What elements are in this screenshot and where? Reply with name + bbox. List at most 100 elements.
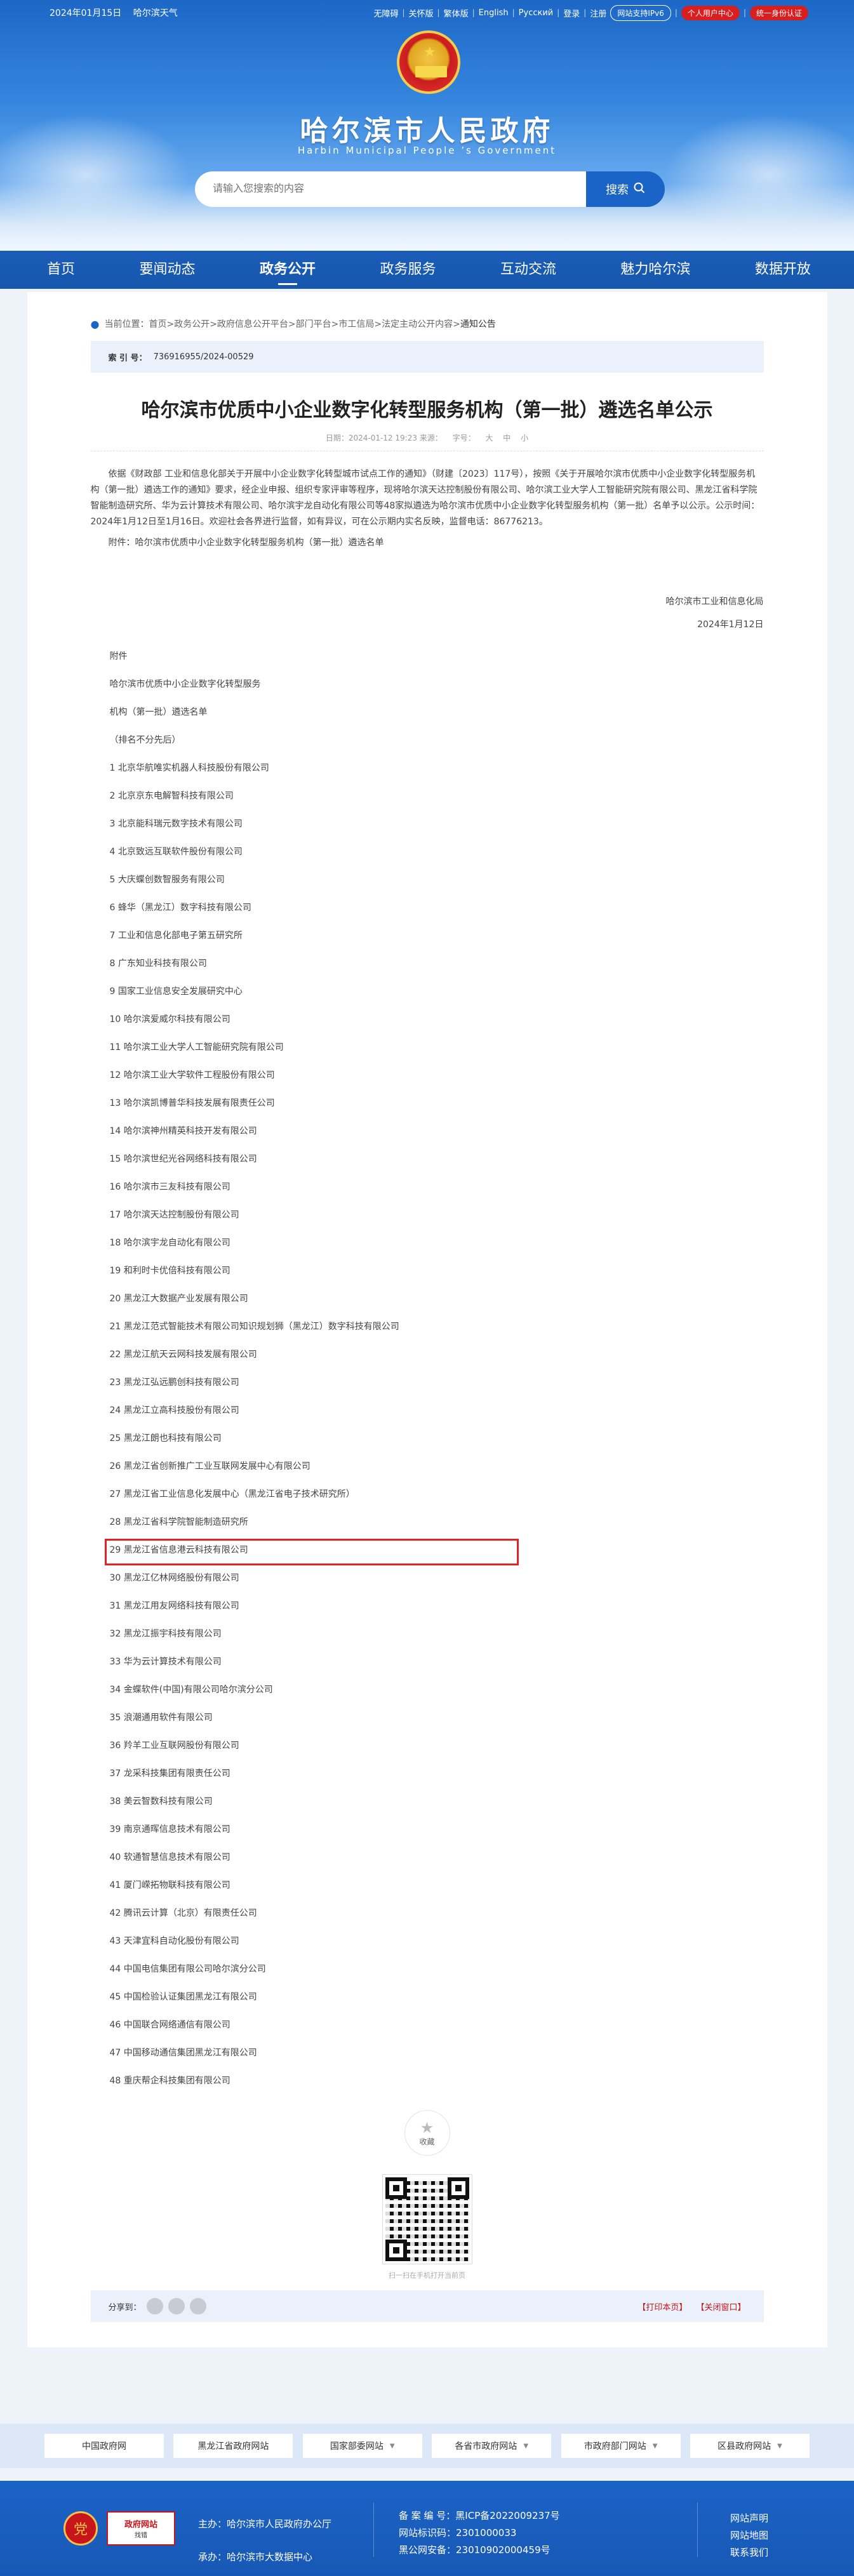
register-link[interactable]: 注册	[590, 7, 606, 19]
list-item: 15 哈尔滨世纪光谷网络科技有限公司	[109, 1154, 257, 1164]
nav-home[interactable]: 首页	[47, 251, 75, 289]
index-value: 736916955/2024-00529	[153, 352, 254, 362]
icp-number[interactable]: 备 案 编 号：黑ICP备2022009237号	[399, 2507, 560, 2525]
article-title: 哈尔滨市优质中小企业数字化转型服务机构（第一批）遴选名单公示	[141, 399, 713, 422]
list-item: 34 金蝶软件(中国)有限公司哈尔滨分公司	[109, 1685, 273, 1695]
list-item: 2 北京京东电解智科技有限公司	[109, 791, 234, 801]
site-id: 网站标识码：2301000033	[399, 2527, 517, 2539]
list-item: 38 美云智数科技有限公司	[109, 1796, 213, 1807]
font-small-button[interactable]: 小	[521, 434, 528, 442]
list-item: 12 哈尔滨工业大学软件工程股份有限公司	[109, 1070, 275, 1080]
weibo-share-icon[interactable]	[146, 2298, 163, 2314]
breadcrumb-path[interactable]: 首页>政务公开>政府信息公开平台>部门平台>市工信局>法定主动公开内容>	[149, 317, 460, 330]
sponsor: 主办：哈尔滨市人民政府办公厅	[198, 2518, 332, 2530]
list-item: 24 黑龙江立高科技股份有限公司	[109, 1405, 239, 1416]
select-provinces[interactable]: 各省市政府网站 ▼	[432, 2434, 552, 2458]
chevron-down-icon: ▼	[389, 2442, 395, 2450]
list-item: 6 蜂华（黑龙江）数字科技有限公司	[109, 903, 251, 913]
list-item: 35 浪潮通用软件有限公司	[109, 1713, 213, 1723]
star-icon: ★	[420, 2118, 434, 2137]
traditional-chinese-link[interactable]: 繁体版	[444, 7, 469, 19]
english-link[interactable]: English	[479, 8, 509, 18]
list-item: 3 北京能科瑞元数字技术有限公司	[109, 819, 243, 829]
select-city-departments[interactable]: 市政府部门网站 ▼	[561, 2434, 681, 2458]
contact-us-link[interactable]: 联系我们	[730, 2544, 768, 2561]
accessibility-link[interactable]: 无障碍	[373, 7, 398, 19]
list-item: 11 哈尔滨工业大学人工智能研究院有限公司	[109, 1042, 284, 1052]
login-link[interactable]: 登录	[563, 7, 580, 19]
share-bar: 分享到： 【打印本页】 【关闭窗口】	[90, 2290, 764, 2322]
search-input[interactable]	[195, 171, 586, 207]
nav-charm-harbin[interactable]: 魅力哈尔滨	[620, 251, 690, 289]
list-item: 9 国家工业信息安全发展研究中心	[109, 986, 243, 997]
index-number-bar: 索 引 号： 736916955/2024-00529	[90, 341, 764, 373]
share-label: 分享到：	[108, 2302, 142, 2313]
party-gov-logo-icon[interactable]: 党	[63, 2511, 98, 2546]
police-record[interactable]: 黑公网安备：23010902000459号	[399, 2542, 560, 2559]
list-item: 21 黑龙江范式智能技术有限公司知识规划狮（黑龙江）数字科技有限公司	[109, 1322, 399, 1332]
list-item: 45 中国检验认证集团黑龙江有限公司	[109, 1992, 257, 2002]
list-item: 31 黑龙江用友网络科技有限公司	[109, 1601, 239, 1611]
ipv6-badge: 网站支持IPv6	[610, 4, 671, 21]
list-item: 4 北京致远互联软件股份有限公司	[109, 847, 243, 857]
breadcrumb: ● 当前位置： 首页>政务公开>政府信息公开平台>部门平台>市工信局>法定主动公…	[91, 314, 764, 333]
link-label: 市政府部门网站	[584, 2441, 646, 2452]
list-item: 28 黑龙江省科学院智能制造研究所	[109, 1517, 248, 1527]
organizer: 承办：哈尔滨市大数据中心	[198, 2551, 313, 2563]
list-intro-line: 哈尔滨市优质中小企业数字化转型服务	[109, 679, 261, 689]
list-item: 5 大庆蝶创数智服务有限公司	[109, 875, 225, 885]
list-intro-line: 附件	[109, 651, 128, 661]
list-item: 44 中国电信集团有限公司哈尔滨分公司	[109, 1964, 266, 1974]
site-statement-link[interactable]: 网站声明	[730, 2510, 768, 2527]
unified-auth-button[interactable]: 统一身份认证	[749, 5, 808, 20]
national-emblem-icon: ★	[397, 30, 460, 94]
list-intro-line: （排名不分先后）	[109, 735, 181, 745]
link-china-gov[interactable]: 中国政府网	[44, 2434, 164, 2458]
list-item: 47 中国移动通信集团黑龙江有限公司	[109, 2048, 257, 2058]
link-label: 国家部委网站	[330, 2441, 384, 2452]
article-paragraph: 依据《财政部 工业和信息化部关于开展中小企业数字化转型城市试点工作的通知》（财建…	[90, 469, 760, 527]
russian-link[interactable]: Русский	[519, 8, 554, 18]
search-button[interactable]: 搜索	[586, 171, 665, 207]
nav-gov-services[interactable]: 政务服务	[380, 251, 436, 289]
favorite-label: 收藏	[419, 2137, 435, 2146]
gov-website-error-report-button[interactable]: 政府网站 找错	[107, 2511, 175, 2546]
select-ministries[interactable]: 国家部委网站 ▼	[302, 2434, 422, 2458]
list-item: 33 华为云计算技术有限公司	[109, 1657, 222, 1667]
wechat-share-icon[interactable]	[168, 2298, 185, 2314]
user-center-button[interactable]: 个人用户中心	[681, 5, 740, 20]
qq-share-icon[interactable]	[189, 2298, 206, 2314]
qr-caption: 扫一扫在手机打开当前页	[389, 2271, 465, 2280]
breadcrumb-current[interactable]: 通知公告	[460, 317, 496, 330]
nav-gov-affairs-open[interactable]: 政务公开	[260, 251, 316, 289]
signature-block: 哈尔滨市工业和信息化局 2024年1月12日	[91, 590, 764, 636]
nav-open-data[interactable]: 数据开放	[755, 251, 811, 289]
footer: 党 政府网站 找错 主办：哈尔滨市人民政府办公厅 承办：哈尔滨市大数据中心 备 …	[0, 2481, 854, 2576]
link-heilongjiang-gov[interactable]: 黑龙江省政府网站	[173, 2434, 293, 2458]
content-panel: ● 当前位置： 首页>政务公开>政府信息公开平台>部门平台>市工信局>法定主动公…	[27, 292, 827, 2347]
breadcrumb-prefix: 当前位置：	[104, 319, 149, 329]
nav-news[interactable]: 要闻动态	[139, 251, 195, 289]
list-item: 48 重庆帮企科技集团有限公司	[109, 2076, 230, 2086]
site-title: 哈尔滨市人民政府	[300, 115, 554, 147]
list-item: 42 腾讯云计算（北京）有限责任公司	[109, 1908, 257, 1918]
close-window-link[interactable]: 【关闭窗口】	[696, 2303, 745, 2313]
list-item: 25 黑龙江朗也科技有限公司	[109, 1433, 222, 1444]
sitemap-link[interactable]: 网站地图	[730, 2527, 768, 2544]
favorite-button[interactable]: ★ 收藏	[404, 2110, 450, 2156]
article-date: 日期：2024-01-12 19:23 来源：	[325, 434, 443, 442]
list-item: 8 广东知业科技有限公司	[109, 959, 207, 969]
article-body: 依据《财政部 工业和信息化部关于开展中小企业数字化转型城市试点工作的通知》（财建…	[91, 467, 764, 551]
related-links-bar: 中国政府网 黑龙江省政府网站 国家部委网站 ▼ 各省市政府网站 ▼ 市政府部门网站 ▼…	[0, 2424, 854, 2468]
list-item: 46 中国联合网络通信有限公司	[109, 2020, 230, 2030]
search-bar: 搜索	[195, 171, 665, 207]
select-district-gov[interactable]: 区县政府网站 ▼	[690, 2434, 810, 2458]
nav-interaction[interactable]: 互动交流	[500, 251, 556, 289]
attachment-link[interactable]: 附件：哈尔滨市优质中小企业数字化转型服务机构（第一批）遴选名单	[91, 535, 764, 551]
font-large-button[interactable]: 大	[485, 434, 493, 442]
qr-code	[382, 2174, 472, 2264]
care-version-link[interactable]: 关怀版	[409, 7, 434, 19]
font-medium-button[interactable]: 中	[503, 434, 510, 442]
weather-link[interactable]: 哈尔滨天气	[133, 8, 178, 18]
print-page-link[interactable]: 【打印本页】	[637, 2303, 687, 2313]
